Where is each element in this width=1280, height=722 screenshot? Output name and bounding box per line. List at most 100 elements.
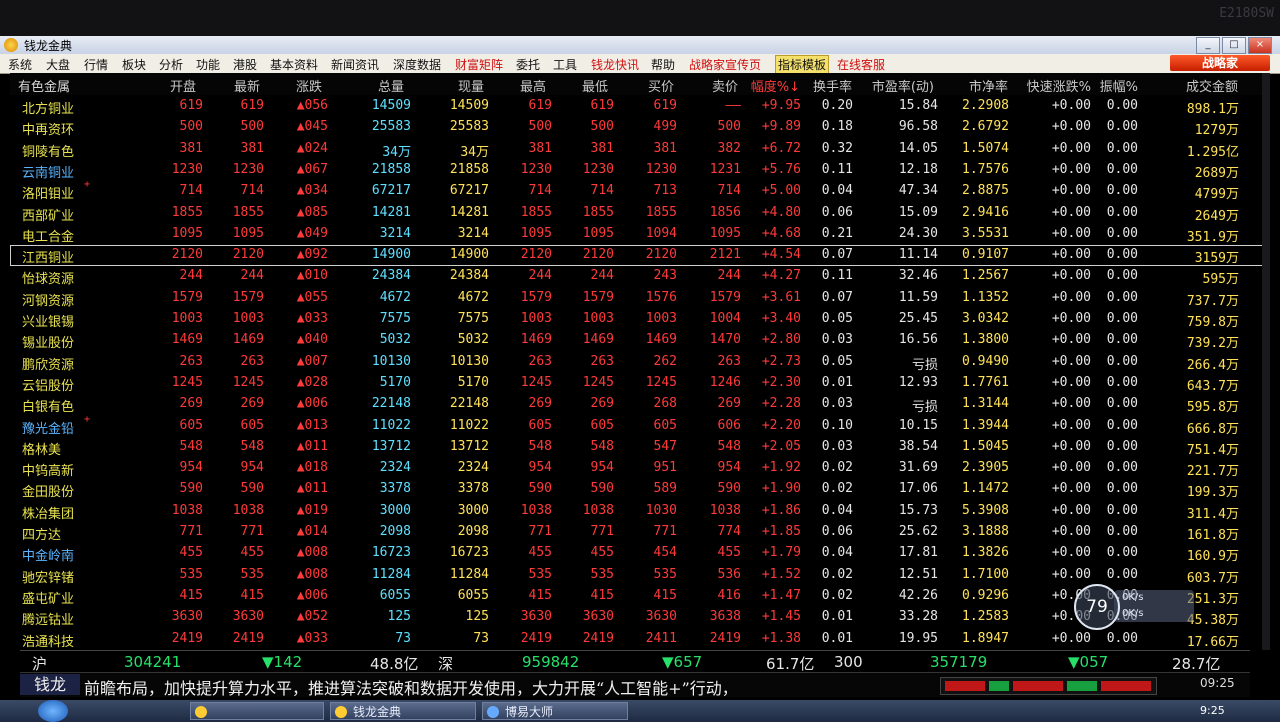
table-row[interactable]: 中金岭南 455 455 ▲008 16723 16723 455 455 454 455 +1.7… xyxy=(10,543,1268,564)
menu-item[interactable]: 工具 xyxy=(553,56,577,73)
menu-item[interactable]: 港股 xyxy=(233,56,257,73)
table-row[interactable]: 洛阳钼业 +714 714 ▲034 67217 67217 714 714 713 714 +5.… xyxy=(10,179,1268,202)
ticker-message[interactable]: 前瞻布局，加快提升算力水平，推进算法突破和数据开发使用，大力开展“人工智能+”行… xyxy=(84,675,738,699)
taskbar-item-boyi[interactable]: 博易大师 xyxy=(482,702,628,720)
table-row[interactable]: 铜陵有色 381 381 ▲024 34万 34万 381 381 381 382 +6.72 0.3… xyxy=(10,139,1268,160)
cell-bid: 454 xyxy=(653,545,677,561)
column-header-amt[interactable]: 成交金额 xyxy=(1186,76,1238,95)
cell-bid: 1230 xyxy=(645,161,677,177)
table-row[interactable]: 云铝股份 1245 1245 ▲028 5170 5170 1245 1245 1245 1246… xyxy=(10,373,1268,394)
cell-low: 954 xyxy=(590,460,614,476)
ticker-label: 钱龙 xyxy=(20,674,80,695)
column-header-ask[interactable]: 卖价 xyxy=(712,76,738,95)
cell-cur: 21858 xyxy=(449,161,489,177)
cell-vol: 5032 xyxy=(379,332,411,348)
cell-pb: 1.2567 xyxy=(962,268,1009,284)
strategist-button[interactable]: 战略家 xyxy=(1170,55,1270,71)
table-row[interactable]: 河钢资源 1579 1579 ▲055 4672 4672 1579 1579 1576 1579… xyxy=(10,288,1268,309)
table-row[interactable]: 中再资环 500 500 ▲045 25583 25583 500 500 499 500 +9.8… xyxy=(10,117,1268,138)
cell-high: 605 xyxy=(528,417,552,433)
table-row[interactable]: 云南铜业 1230 1230 ▲067 21858 21858 1230 1230 1230 12… xyxy=(10,160,1268,181)
margin-mark-icon: + xyxy=(84,179,91,191)
cell-chg: ▲028 xyxy=(296,374,328,390)
column-header-last[interactable]: 最新 xyxy=(234,76,260,95)
column-header-high[interactable]: 最高 xyxy=(520,76,546,95)
column-header-open[interactable]: 开盘 xyxy=(170,76,196,95)
sz-label: 深 xyxy=(438,655,454,673)
taskbar-item-blank[interactable] xyxy=(190,702,324,720)
cell-cur: 13712 xyxy=(449,438,489,454)
table-row[interactable]: 中钨高新 954 954 ▲018 2324 2324 954 954 951 954 +1.92 0… xyxy=(10,458,1268,479)
table-row[interactable]: 四方达 771 771 ▲014 2098 2098 771 771 771 774 +1.85 0.… xyxy=(10,522,1268,543)
network-speed-widget[interactable]: 79 0K/s 0K/s xyxy=(1074,584,1198,630)
column-header-pb[interactable]: 市净率 xyxy=(969,76,1008,95)
column-header-bid[interactable]: 买价 xyxy=(648,76,674,95)
cell-turn: 0.01 xyxy=(821,609,853,625)
cell-pe: 亏损 xyxy=(911,357,938,373)
table-row[interactable]: 株冶集团 1038 1038 ▲019 3000 3000 1038 1038 1030 1038… xyxy=(10,501,1268,522)
table-row[interactable]: 电工合金 1095 1095 ▲049 3214 3214 1095 1095 1094 1095… xyxy=(10,224,1268,245)
cell-bid: 415 xyxy=(653,587,677,603)
cell-chg: ▲007 xyxy=(296,353,328,369)
cell-last: 1579 xyxy=(232,289,264,305)
maximize-button[interactable]: □ xyxy=(1222,37,1246,54)
cell-turn: 0.21 xyxy=(821,225,853,241)
table-row[interactable]: 锡业股份 1469 1469 ▲040 5032 5032 1469 1469 1469 1470… xyxy=(10,330,1268,351)
table-row[interactable]: 怡球资源 244 244 ▲010 24384 24384 244 244 243 244 +4.2… xyxy=(10,266,1268,287)
start-button[interactable] xyxy=(38,700,68,722)
menu-item[interactable]: 深度数据 xyxy=(393,56,441,73)
column-header-name[interactable]: 有色金属 xyxy=(18,76,70,95)
menu-item[interactable]: 基本资料 xyxy=(270,56,318,73)
menu-item[interactable]: 大盘 xyxy=(46,56,70,73)
table-row[interactable]: 白银有色 269 269 ▲006 22148 22148 269 269 268 269 +2.2… xyxy=(10,394,1268,415)
menu-item[interactable]: 帮助 xyxy=(651,56,675,73)
cell-amt: 311.4万 xyxy=(1186,506,1239,522)
menu-item[interactable]: 钱龙快讯 xyxy=(591,56,639,73)
column-header-low[interactable]: 最低 xyxy=(582,76,608,95)
column-header-vol[interactable]: 总量 xyxy=(378,76,404,95)
column-header-pct[interactable]: 幅度%↓ xyxy=(751,76,800,95)
vertical-scrollbar[interactable] xyxy=(1262,73,1270,650)
table-row[interactable]: 浩通科技 2419 2419 ▲033 73 73 2419 2419 2411 2419 +1.3… xyxy=(10,629,1268,650)
cell-bid: 3630 xyxy=(645,609,677,625)
column-header-amp[interactable]: 振幅% xyxy=(1100,76,1138,95)
menu-item[interactable]: 战略家宣传页 xyxy=(689,56,761,73)
cell-ask: 382 xyxy=(717,140,741,156)
table-row[interactable]: 西部矿业 1855 1855 ▲085 14281 14281 1855 1855 1855 18… xyxy=(10,203,1268,224)
cell-pe: 11.59 xyxy=(898,289,938,305)
table-row[interactable]: 格林美 548 548 ▲011 13712 13712 548 548 547 548 +2.05… xyxy=(10,437,1268,458)
cell-last: 714 xyxy=(240,183,264,199)
column-header-chg[interactable]: 涨跌 xyxy=(296,76,322,95)
table-row[interactable]: 北方铜业 619 619 ▲056 14509 14509 619 619 619 —— +9.95… xyxy=(10,96,1268,117)
table-row[interactable]: 兴业银锡 1003 1003 ▲033 7575 7575 1003 1003 1003 1004… xyxy=(10,309,1268,330)
table-row[interactable]: 豫光金铅 +605 605 ▲013 11022 11022 605 605 605 606 +2.… xyxy=(10,414,1268,437)
table-row[interactable]: 驰宏锌锗 535 535 ▲008 11284 11284 535 535 535 536 +1.5… xyxy=(10,565,1268,586)
column-header-turn[interactable]: 换手率 xyxy=(813,76,852,95)
cell-amp: 0.00 xyxy=(1106,268,1138,284)
menu-item[interactable]: 委托 xyxy=(516,56,540,73)
menu-item[interactable]: 在线客服 xyxy=(837,56,885,73)
menu-item[interactable]: 分析 xyxy=(159,56,183,73)
menu-item[interactable]: 财富矩阵 xyxy=(455,56,503,73)
menu-item[interactable]: 指标模板 xyxy=(775,55,830,74)
cell-name: 株冶集团 xyxy=(22,506,75,522)
quote-table: 有色金属 开盘 最新 涨跌 总量 现量 最高 最低 买价 卖价 幅度%↓ 换手率 市盈率(动) 市净率 快速… xyxy=(10,73,1268,650)
column-header-speed[interactable]: 快速涨跌% xyxy=(1027,76,1091,95)
menu-item[interactable]: 新闻资讯 xyxy=(331,56,379,73)
taskbar-item-qianlong[interactable]: 钱龙金典 xyxy=(330,702,476,720)
gem-label: 300 xyxy=(834,653,863,671)
menu-item[interactable]: 板块 xyxy=(122,56,146,73)
minimize-button[interactable]: _ xyxy=(1196,37,1220,54)
table-row[interactable]: 鹏欣资源 263 263 ▲007 10130 10130 263 263 262 263 +2.7… xyxy=(10,352,1268,373)
table-row[interactable]: 金田股份 590 590 ▲011 3378 3378 590 590 589 590 +1.90 0… xyxy=(10,479,1268,500)
menu-item[interactable]: 行情 xyxy=(84,56,108,73)
column-header-cur[interactable]: 现量 xyxy=(458,76,484,95)
cell-turn: 0.01 xyxy=(821,630,853,646)
menu-item[interactable]: 系统 xyxy=(8,56,32,73)
taskbar-item-label: 钱龙金典 xyxy=(353,705,402,719)
menu-item[interactable]: 功能 xyxy=(196,56,220,73)
table-row[interactable]: 江西铜业 2120 2120 ▲092 14900 14900 2120 2120 2120 21… xyxy=(10,245,1268,267)
column-header-pe[interactable]: 市盈率(动) xyxy=(872,76,934,95)
cell-cur: 4672 xyxy=(457,289,489,305)
close-button[interactable]: × xyxy=(1248,37,1272,54)
